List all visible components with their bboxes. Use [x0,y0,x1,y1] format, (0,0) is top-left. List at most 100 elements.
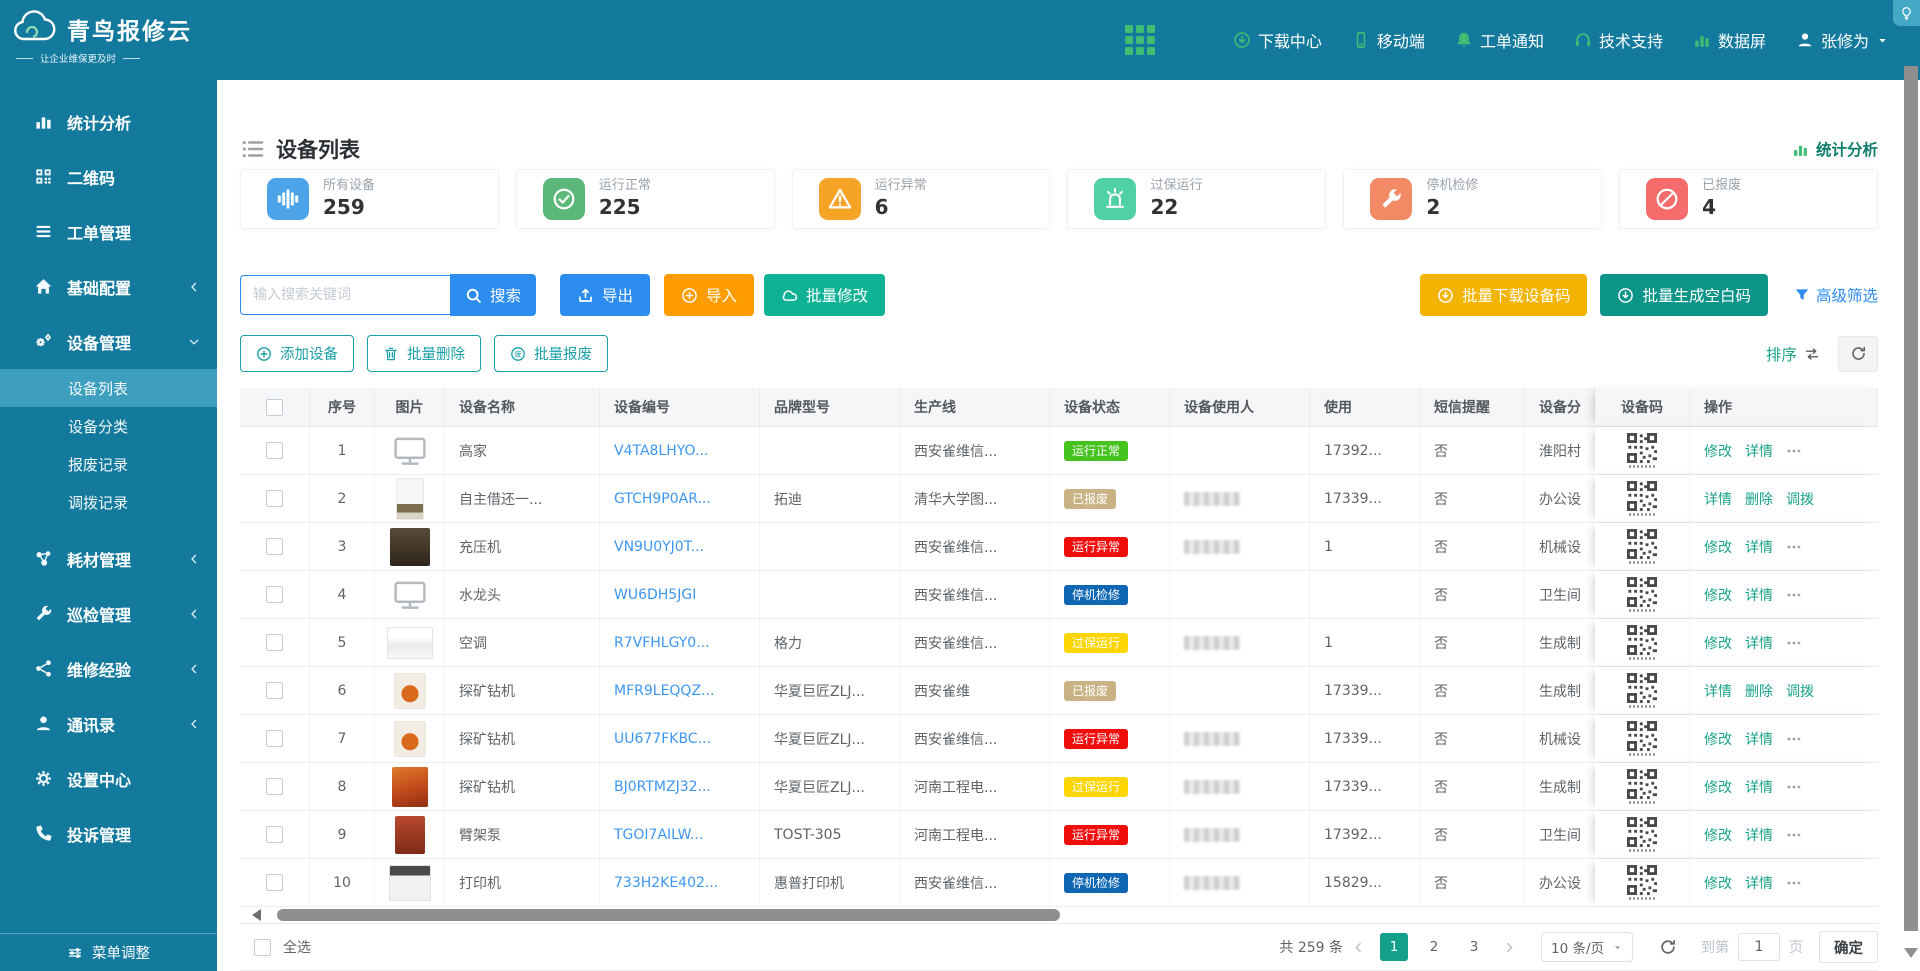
op-detail-link[interactable]: 详情 [1704,681,1732,701]
sidebar-item-巡检管理[interactable]: 巡检管理 [0,586,217,641]
device-code-link[interactable]: VN9U0YJ0T... [614,539,704,555]
more-actions-icon[interactable] [1786,875,1802,891]
stat-card-运行正常[interactable]: 运行正常225 [516,169,775,229]
more-actions-icon[interactable] [1786,731,1802,747]
more-actions-icon[interactable] [1786,443,1802,459]
qr-code-image[interactable] [1627,817,1657,852]
qr-code-image[interactable] [1627,721,1657,756]
qr-code-image[interactable] [1627,481,1657,516]
sidebar-item-menu-adjust[interactable]: 菜单调整 [0,933,217,971]
stat-card-停机检修[interactable]: 停机检修2 [1343,169,1602,229]
device-code-link[interactable]: TGOI7AILW... [614,827,703,843]
batch-modify-button[interactable]: 批量修改 [764,274,885,316]
op-detail-link[interactable]: 详情 [1745,873,1773,893]
export-button[interactable]: 导出 [560,274,650,316]
op-modify-link[interactable]: 修改 [1704,633,1732,653]
sidebar-subitem-调拨记录[interactable]: 调拨记录 [0,483,217,521]
qr-code-image[interactable] [1627,865,1657,900]
advanced-filter-link[interactable]: 高级筛选 [1794,284,1878,306]
op-modify-link[interactable]: 修改 [1704,441,1732,461]
op-delete-link[interactable]: 删除 [1745,489,1773,509]
op-transfer-link[interactable]: 调拨 [1786,681,1814,701]
nav-item-工单通知[interactable]: 工单通知 [1455,28,1544,52]
op-detail-link[interactable]: 详情 [1745,777,1773,797]
device-code-link[interactable]: 733H2KE402... [614,875,718,891]
row-checkbox[interactable] [266,490,283,507]
nav-item-下载中心[interactable]: 下载中心 [1233,28,1322,52]
device-code-link[interactable]: UU677FKBC... [614,731,711,747]
select-page-checkbox[interactable] [266,399,283,416]
device-code-link[interactable]: R7VFHLGY0... [614,635,710,651]
row-checkbox[interactable] [266,634,283,651]
qr-code-image[interactable] [1627,625,1657,660]
sidebar-item-基础配置[interactable]: 基础配置 [0,259,217,314]
row-checkbox[interactable] [266,826,283,843]
sidebar-item-设备管理[interactable]: 设备管理 [0,314,217,369]
nav-item-数据屏[interactable]: 数据屏 [1693,28,1766,52]
nav-item-移动端[interactable]: 移动端 [1352,28,1425,52]
row-checkbox[interactable] [266,586,283,603]
row-checkbox[interactable] [266,682,283,699]
sidebar-subitem-报废记录[interactable]: 报废记录 [0,445,217,483]
confirm-button[interactable]: 确定 [1819,931,1878,963]
page-button-1[interactable]: 1 [1380,933,1408,961]
batch-scrap-button[interactable]: 废 批量报废 [494,335,608,372]
row-checkbox[interactable] [266,874,283,891]
more-actions-icon[interactable] [1786,539,1802,555]
op-detail-link[interactable]: 详情 [1745,633,1773,653]
op-detail-link[interactable]: 详情 [1745,729,1773,749]
sidebar-item-工单管理[interactable]: 工单管理 [0,204,217,259]
more-actions-icon[interactable] [1786,779,1802,795]
op-modify-link[interactable]: 修改 [1704,777,1732,797]
sidebar-item-通讯录[interactable]: 通讯录 [0,696,217,751]
stat-card-已报废[interactable]: 已报废4 [1619,169,1878,229]
refresh-list-button[interactable] [1659,938,1677,956]
apps-grid-icon[interactable] [1125,25,1155,55]
goto-page-input[interactable] [1738,933,1780,961]
op-detail-link[interactable]: 详情 [1745,537,1773,557]
more-actions-icon[interactable] [1786,827,1802,843]
qr-code-image[interactable] [1627,577,1657,612]
sidebar-item-设置中心[interactable]: 设置中心 [0,751,217,806]
refresh-button[interactable] [1838,336,1878,372]
batch-download-codes-button[interactable]: 批量下载设备码 [1420,274,1588,316]
sidebar-subitem-设备分类[interactable]: 设备分类 [0,407,217,445]
page-button-3[interactable]: 3 [1460,933,1488,961]
row-checkbox[interactable] [266,538,283,555]
batch-generate-codes-button[interactable]: 批量生成空白码 [1600,274,1768,316]
device-code-link[interactable]: MFR9LEQQZ... [614,683,714,699]
batch-delete-button[interactable]: 批量删除 [367,335,481,372]
op-delete-link[interactable]: 删除 [1745,681,1773,701]
op-modify-link[interactable]: 修改 [1704,537,1732,557]
corner-widget[interactable] [1893,0,1920,26]
qr-code-image[interactable] [1627,673,1657,708]
sort-toggle[interactable]: 排序 [1766,343,1820,365]
user-menu[interactable]: 张修为 [1796,28,1889,52]
import-button[interactable]: 导入 [664,274,754,316]
stat-card-运行异常[interactable]: 运行异常6 [792,169,1051,229]
op-modify-link[interactable]: 修改 [1704,825,1732,845]
device-code-link[interactable]: WU6DH5JGI [614,587,696,603]
row-checkbox[interactable] [266,442,283,459]
add-device-button[interactable]: 添加设备 [240,335,354,372]
page-size-select[interactable]: 10 条/页 [1541,932,1633,962]
op-detail-link[interactable]: 详情 [1745,441,1773,461]
qr-code-image[interactable] [1627,433,1657,468]
op-modify-link[interactable]: 修改 [1704,729,1732,749]
sidebar-item-维修经验[interactable]: 维修经验 [0,641,217,696]
horizontal-scrollbar-thumb[interactable] [277,909,1060,921]
sidebar-item-投诉管理[interactable]: 投诉管理 [0,806,217,861]
op-transfer-link[interactable]: 调拨 [1786,489,1814,509]
row-checkbox[interactable] [266,778,283,795]
op-modify-link[interactable]: 修改 [1704,585,1732,605]
next-page-button[interactable] [1503,941,1516,954]
select-all-checkbox[interactable] [254,939,271,956]
page-button-2[interactable]: 2 [1420,933,1448,961]
op-modify-link[interactable]: 修改 [1704,873,1732,893]
qr-code-image[interactable] [1627,769,1657,804]
qr-code-image[interactable] [1627,529,1657,564]
vertical-scrollbar-thumb[interactable] [1904,66,1918,931]
more-actions-icon[interactable] [1786,587,1802,603]
op-detail-link[interactable]: 详情 [1745,825,1773,845]
sidebar-subitem-设备列表[interactable]: 设备列表 [0,369,217,407]
